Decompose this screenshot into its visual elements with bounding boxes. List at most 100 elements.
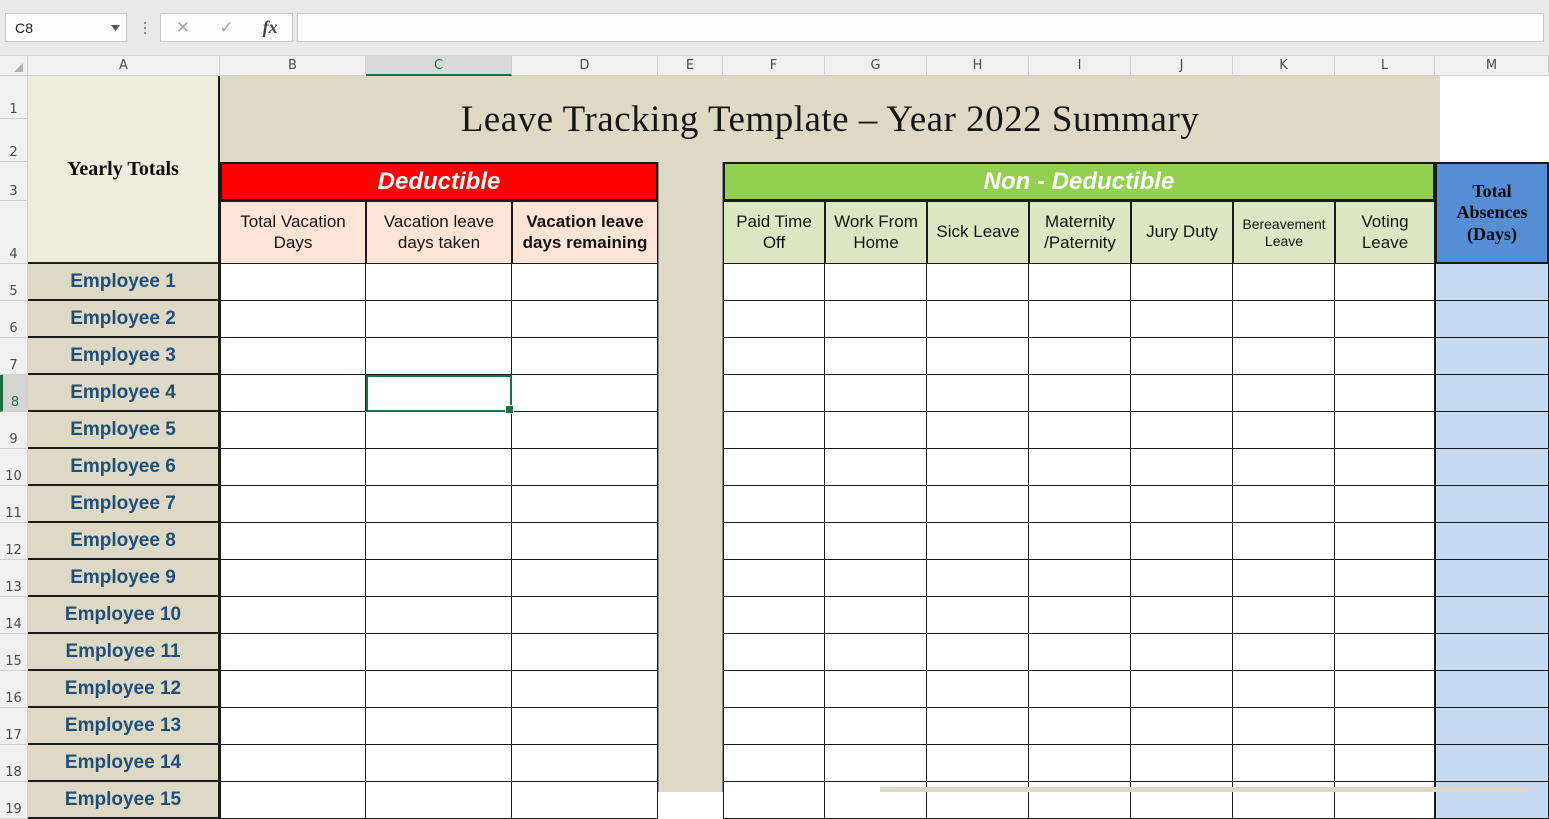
data-cell-c16[interactable] — [366, 671, 512, 708]
data-cell-l8[interactable] — [1335, 375, 1435, 412]
data-cell-b19[interactable] — [220, 782, 366, 819]
data-cell-d14[interactable] — [512, 597, 658, 634]
data-cell-c10[interactable] — [366, 449, 512, 486]
data-cell-f8[interactable] — [723, 375, 825, 412]
data-cell-j17[interactable] — [1131, 708, 1233, 745]
data-cell-j7[interactable] — [1131, 338, 1233, 375]
data-cell-h14[interactable] — [927, 597, 1029, 634]
data-cell-m11[interactable] — [1435, 486, 1549, 523]
data-cell-l18[interactable] — [1335, 745, 1435, 782]
data-cell-m15[interactable] — [1435, 634, 1549, 671]
data-cell-g16[interactable] — [825, 671, 927, 708]
data-cell-b13[interactable] — [220, 560, 366, 597]
data-cell-j9[interactable] — [1131, 412, 1233, 449]
data-cell-c13[interactable] — [366, 560, 512, 597]
column-header-h[interactable]: H — [927, 56, 1029, 76]
data-cell-i13[interactable] — [1029, 560, 1131, 597]
data-cell-j16[interactable] — [1131, 671, 1233, 708]
data-cell-k8[interactable] — [1233, 375, 1335, 412]
data-cell-b5[interactable] — [220, 264, 366, 301]
data-cell-g12[interactable] — [825, 523, 927, 560]
data-cell-k18[interactable] — [1233, 745, 1335, 782]
data-cell-h17[interactable] — [927, 708, 1029, 745]
data-cell-g13[interactable] — [825, 560, 927, 597]
data-cell-h10[interactable] — [927, 449, 1029, 486]
row-header-10[interactable]: 10 — [0, 449, 28, 486]
data-cell-m8[interactable] — [1435, 375, 1549, 412]
data-cell-g15[interactable] — [825, 634, 927, 671]
data-cell-c19[interactable] — [366, 782, 512, 819]
data-cell-f18[interactable] — [723, 745, 825, 782]
data-cell-c9[interactable] — [366, 412, 512, 449]
row-header-17[interactable]: 17 — [0, 708, 28, 745]
data-cell-f15[interactable] — [723, 634, 825, 671]
data-cell-l16[interactable] — [1335, 671, 1435, 708]
data-cell-d8[interactable] — [512, 375, 658, 412]
data-cell-d12[interactable] — [512, 523, 658, 560]
data-cell-h7[interactable] — [927, 338, 1029, 375]
formula-bar-overflow-icon[interactable] — [134, 13, 156, 42]
row-header-2[interactable]: 2 — [0, 119, 28, 162]
data-cell-i16[interactable] — [1029, 671, 1131, 708]
data-cell-h5[interactable] — [927, 264, 1029, 301]
chevron-down-icon[interactable] — [104, 14, 126, 41]
data-cell-c8[interactable] — [366, 375, 512, 412]
column-header-c[interactable]: C — [366, 56, 512, 76]
row-header-3[interactable]: 3 — [0, 162, 28, 201]
employee-name-cell[interactable]: Employee 6 — [28, 449, 220, 486]
data-cell-k12[interactable] — [1233, 523, 1335, 560]
data-cell-h12[interactable] — [927, 523, 1029, 560]
row-header-11[interactable]: 11 — [0, 486, 28, 523]
data-cell-d15[interactable] — [512, 634, 658, 671]
employee-name-cell[interactable]: Employee 9 — [28, 560, 220, 597]
data-cell-c18[interactable] — [366, 745, 512, 782]
row-header-14[interactable]: 14 — [0, 597, 28, 634]
data-cell-l12[interactable] — [1335, 523, 1435, 560]
data-cell-b18[interactable] — [220, 745, 366, 782]
column-header-k[interactable]: K — [1233, 56, 1335, 76]
data-cell-h16[interactable] — [927, 671, 1029, 708]
data-cell-i12[interactable] — [1029, 523, 1131, 560]
data-cell-j15[interactable] — [1131, 634, 1233, 671]
employee-name-cell[interactable]: Employee 4 — [28, 375, 220, 412]
column-header-f[interactable]: F — [723, 56, 825, 76]
data-cell-l13[interactable] — [1335, 560, 1435, 597]
data-cell-f11[interactable] — [723, 486, 825, 523]
data-cell-f19[interactable] — [723, 782, 825, 819]
data-cell-l5[interactable] — [1335, 264, 1435, 301]
data-cell-j13[interactable] — [1131, 560, 1233, 597]
data-cell-f16[interactable] — [723, 671, 825, 708]
row-header-19[interactable]: 19 — [0, 782, 28, 819]
data-cell-g10[interactable] — [825, 449, 927, 486]
column-header-a[interactable]: A — [28, 56, 220, 76]
data-cell-h6[interactable] — [927, 301, 1029, 338]
data-cell-d18[interactable] — [512, 745, 658, 782]
employee-name-cell[interactable]: Employee 12 — [28, 671, 220, 708]
data-cell-i11[interactable] — [1029, 486, 1131, 523]
data-cell-f13[interactable] — [723, 560, 825, 597]
data-cell-m6[interactable] — [1435, 301, 1549, 338]
data-cell-f9[interactable] — [723, 412, 825, 449]
data-cell-d11[interactable] — [512, 486, 658, 523]
data-cell-b10[interactable] — [220, 449, 366, 486]
data-cell-g7[interactable] — [825, 338, 927, 375]
data-cell-b17[interactable] — [220, 708, 366, 745]
data-cell-f7[interactable] — [723, 338, 825, 375]
row-header-1[interactable]: 1 — [0, 76, 28, 119]
column-header-e[interactable]: E — [658, 56, 723, 76]
data-cell-k14[interactable] — [1233, 597, 1335, 634]
data-cell-l7[interactable] — [1335, 338, 1435, 375]
data-cell-f6[interactable] — [723, 301, 825, 338]
data-cell-h13[interactable] — [927, 560, 1029, 597]
data-cell-d16[interactable] — [512, 671, 658, 708]
row-header-9[interactable]: 9 — [0, 412, 28, 449]
data-cell-l14[interactable] — [1335, 597, 1435, 634]
employee-name-cell[interactable]: Employee 10 — [28, 597, 220, 634]
data-cell-f10[interactable] — [723, 449, 825, 486]
data-cell-d17[interactable] — [512, 708, 658, 745]
data-cell-l17[interactable] — [1335, 708, 1435, 745]
data-cell-k11[interactable] — [1233, 486, 1335, 523]
name-box[interactable]: C8 — [5, 13, 127, 42]
column-header-d[interactable]: D — [512, 56, 658, 76]
data-cell-b14[interactable] — [220, 597, 366, 634]
